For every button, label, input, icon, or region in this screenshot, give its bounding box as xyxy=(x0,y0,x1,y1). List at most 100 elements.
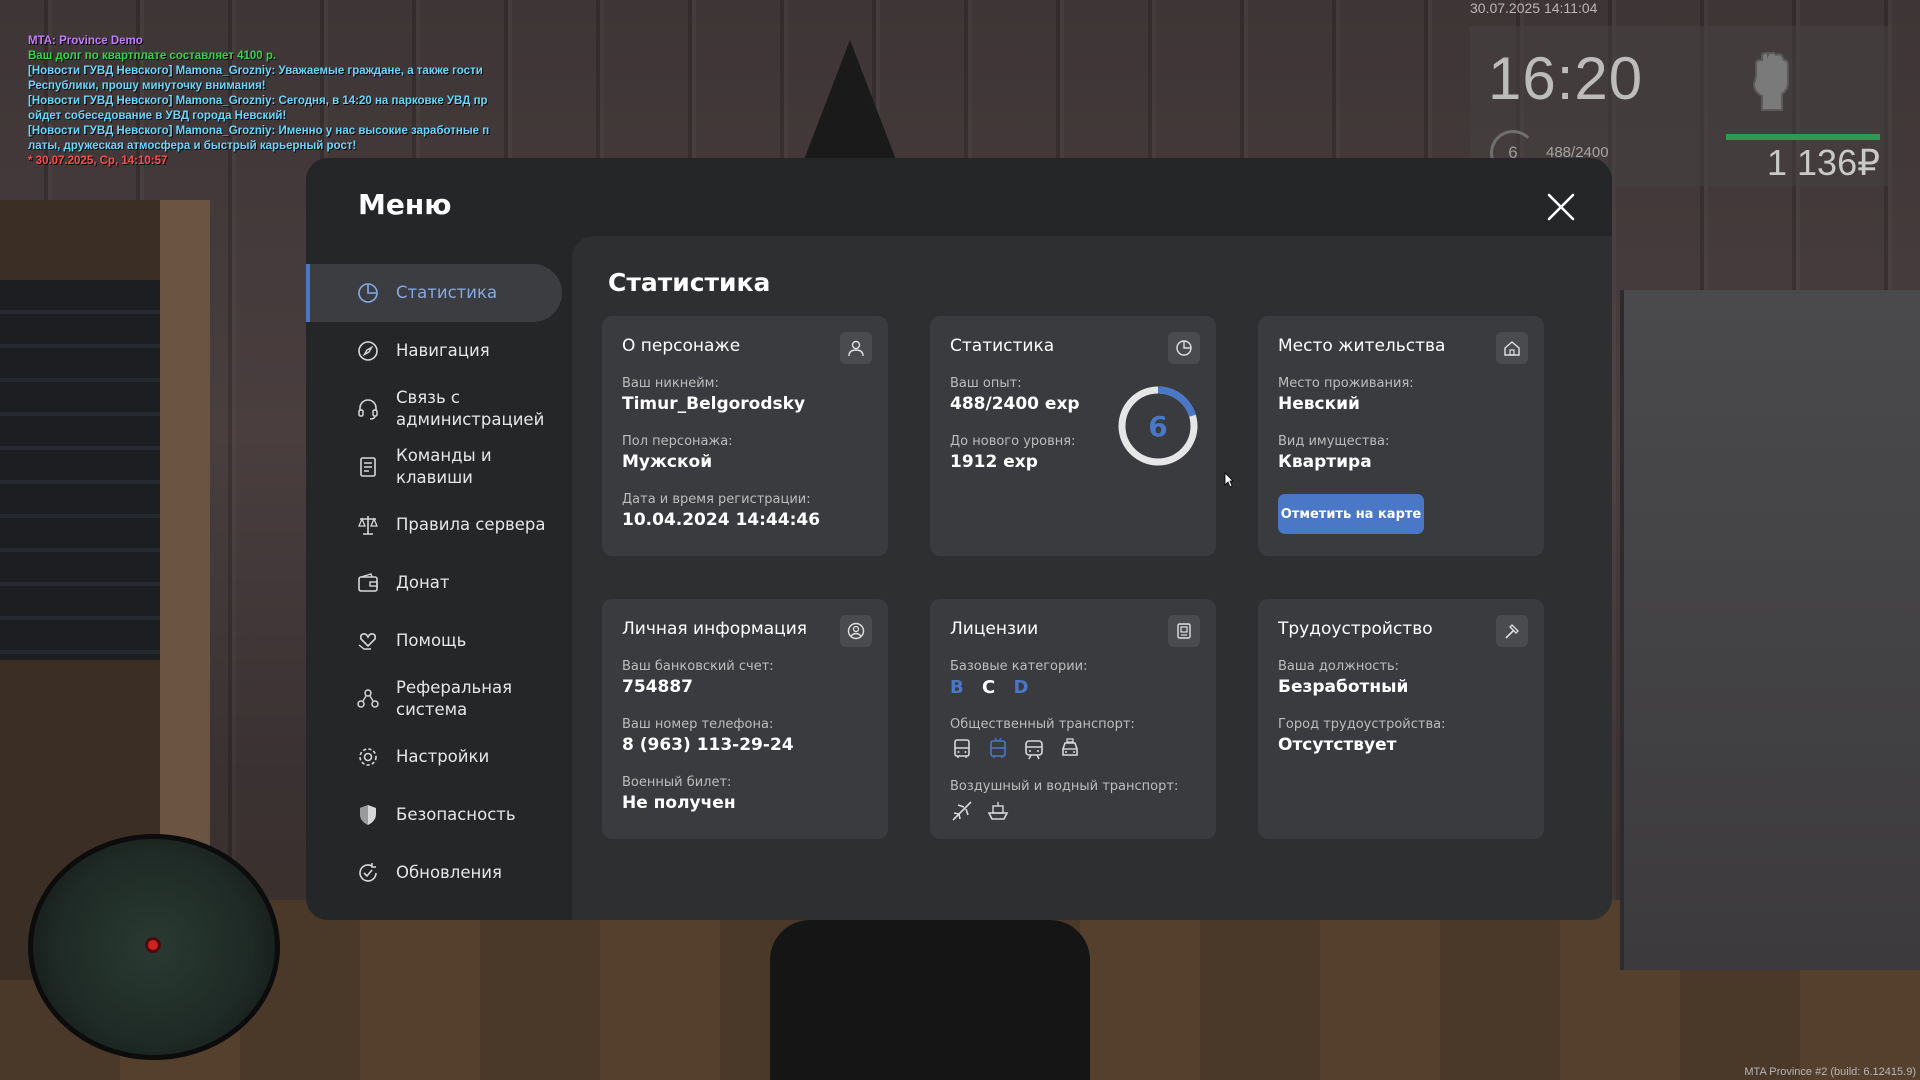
registration-value: 10.04.2024 14:44:46 xyxy=(622,510,821,530)
employment-city-value: Отсутствует xyxy=(1278,735,1397,755)
card-icon-box xyxy=(1168,332,1200,364)
card-title: Личная информация xyxy=(622,619,808,639)
sidebar-item-label: Связь с администрацией xyxy=(396,388,545,429)
field-label: Дата и время регистрации: xyxy=(622,492,811,507)
chat-line: [Новости ГУВД Невского] Mamona_Grozniy: … xyxy=(28,125,490,152)
house-icon xyxy=(1504,341,1520,356)
position-field: Ваша должность: Безработный xyxy=(1278,659,1408,697)
pie-chart-icon xyxy=(358,283,378,303)
sidebar-item-admin-contact[interactable]: Связь с администрацией xyxy=(306,380,564,438)
user-icon xyxy=(848,340,864,357)
exp-value: 488/2400 exp xyxy=(950,394,1080,414)
personal-info-card: Личная информация Ваш банковский счет: 7… xyxy=(602,599,888,839)
user-circle-icon xyxy=(847,622,865,640)
card-title: Статистика xyxy=(950,336,1055,356)
cabinet xyxy=(1620,290,1920,970)
sidebar-item-commands[interactable]: Команды и клавиши xyxy=(306,438,564,496)
sidebar-item-settings[interactable]: Настройки xyxy=(306,728,564,786)
sidebar-item-label: Статистика xyxy=(396,283,498,302)
next-level-field: До нового уровня: 1912 exp xyxy=(950,434,1076,472)
character-body xyxy=(770,920,1090,1080)
card-icon-box xyxy=(1496,332,1528,364)
sidebar-item-label: Настройки xyxy=(396,747,490,766)
card-title: Лицензии xyxy=(950,619,1039,639)
license-category-b: B xyxy=(950,677,964,698)
chat-line: MTA: Province Demo xyxy=(28,35,143,47)
military-id-value: Не получен xyxy=(622,793,736,813)
card-icon-box xyxy=(840,332,872,364)
employment-city-field: Город трудоустройства: Отсутствует xyxy=(1278,717,1445,755)
public-transport-icons xyxy=(950,737,1082,761)
residence-place-value: Невский xyxy=(1278,394,1360,414)
chat-log: MTA: Province Demo Ваш долг по квартплат… xyxy=(28,34,508,169)
card-icon-box xyxy=(840,615,872,647)
field-label: До нового уровня: xyxy=(950,434,1076,449)
compass-icon xyxy=(358,341,378,361)
menu-sidebar: Статистика Навигация Связь с администрац… xyxy=(306,264,564,902)
hud-money: 1 136₽ xyxy=(1767,142,1880,183)
sidebar-item-label: Навигация xyxy=(396,341,490,360)
field-label: Базовые категории: xyxy=(950,659,1088,674)
mouse-cursor-icon xyxy=(1224,472,1234,488)
property-type-field: Вид имущества: Квартира xyxy=(1278,434,1389,472)
sidebar-item-label: Донат xyxy=(396,573,450,592)
sidebar-item-label: Безопасность xyxy=(396,805,516,824)
heart-hand-icon xyxy=(358,633,377,650)
exp-field: Ваш опыт: 488/2400 exp xyxy=(950,376,1080,414)
card-icon-box xyxy=(1168,615,1200,647)
sidebar-item-label: Обновления xyxy=(396,863,502,882)
plane-icon xyxy=(952,801,972,821)
sidebar-item-referral[interactable]: Реферальная система xyxy=(306,670,564,728)
sidebar-item-rules[interactable]: Правила сервера xyxy=(306,496,564,554)
hud-time: 16:20 xyxy=(1488,45,1644,112)
scales-icon xyxy=(358,516,378,535)
license-category-d: D xyxy=(1013,677,1029,698)
trolleybus-icon xyxy=(990,737,1006,758)
mark-on-map-button[interactable]: Отметить на карте xyxy=(1278,494,1424,534)
page-title: Статистика xyxy=(608,268,771,297)
level-number: 6 xyxy=(1148,409,1168,443)
property-type-value: Квартира xyxy=(1278,452,1372,472)
taxi-icon xyxy=(1062,738,1078,756)
character-hat xyxy=(800,40,900,170)
shield-icon xyxy=(360,805,376,825)
base-categories: B C D xyxy=(950,677,1040,698)
refresh-check-icon xyxy=(359,863,377,882)
minimap-player-marker xyxy=(145,937,161,953)
menu-title: Меню xyxy=(358,188,452,221)
menu-window: Меню Статистика Навигация Связь с админи… xyxy=(306,158,1612,920)
gear-icon xyxy=(359,748,377,766)
gender-field: Пол персонажа: Мужской xyxy=(622,434,733,472)
chat-line: [Новости ГУВД Невского] Mamona_Grozniy: … xyxy=(28,65,483,92)
nickname-field: Ваш никнейм: Timur_Belgorodsky xyxy=(622,376,805,414)
sidebar-item-navigation[interactable]: Навигация xyxy=(306,322,564,380)
bank-account-value: 754887 xyxy=(622,677,693,697)
sidebar-item-label: Реферальная система xyxy=(396,678,513,719)
statistics-panel: Статистика О персонаже Ваш никнейм: Timu… xyxy=(572,236,1612,920)
sidebar-item-updates[interactable]: Обновления xyxy=(306,844,564,902)
build-info: MTA Province #2 (build: 6.12415.9) xyxy=(1744,1066,1916,1078)
card-title: О персонаже xyxy=(622,336,741,356)
field-label: Ваш опыт: xyxy=(950,376,1022,391)
licenses-card: Лицензии Базовые категории: B C D Общест… xyxy=(930,599,1216,839)
sidebar-item-donate[interactable]: Донат xyxy=(306,554,564,612)
tram-icon xyxy=(1025,740,1043,760)
field-label: Ваша должность: xyxy=(1278,659,1400,674)
wallet-icon xyxy=(358,573,378,592)
field-label: Общественный транспорт: xyxy=(950,717,1135,732)
close-icon[interactable] xyxy=(1544,190,1578,224)
base-categories-label: Базовые категории: xyxy=(950,659,1088,674)
sidebar-item-help[interactable]: Помощь xyxy=(306,612,564,670)
nickname-value: Timur_Belgorodsky xyxy=(622,394,806,414)
field-label: Место проживания: xyxy=(1278,376,1414,391)
sidebar-item-label: Правила сервера xyxy=(396,515,546,534)
character-card: О персонаже Ваш никнейм: Timur_Belgorods… xyxy=(602,316,888,556)
air-water-transport-icons xyxy=(950,799,1010,823)
id-card-icon xyxy=(1177,623,1191,639)
people-network-icon xyxy=(357,689,379,708)
hud-datetime: 30.07.2025 14:11:04 xyxy=(1470,0,1598,16)
sidebar-item-statistics[interactable]: Статистика xyxy=(306,264,562,322)
card-title: Место жительства xyxy=(1278,336,1446,356)
sidebar-item-security[interactable]: Безопасность xyxy=(306,786,564,844)
bus-icon xyxy=(954,739,970,758)
